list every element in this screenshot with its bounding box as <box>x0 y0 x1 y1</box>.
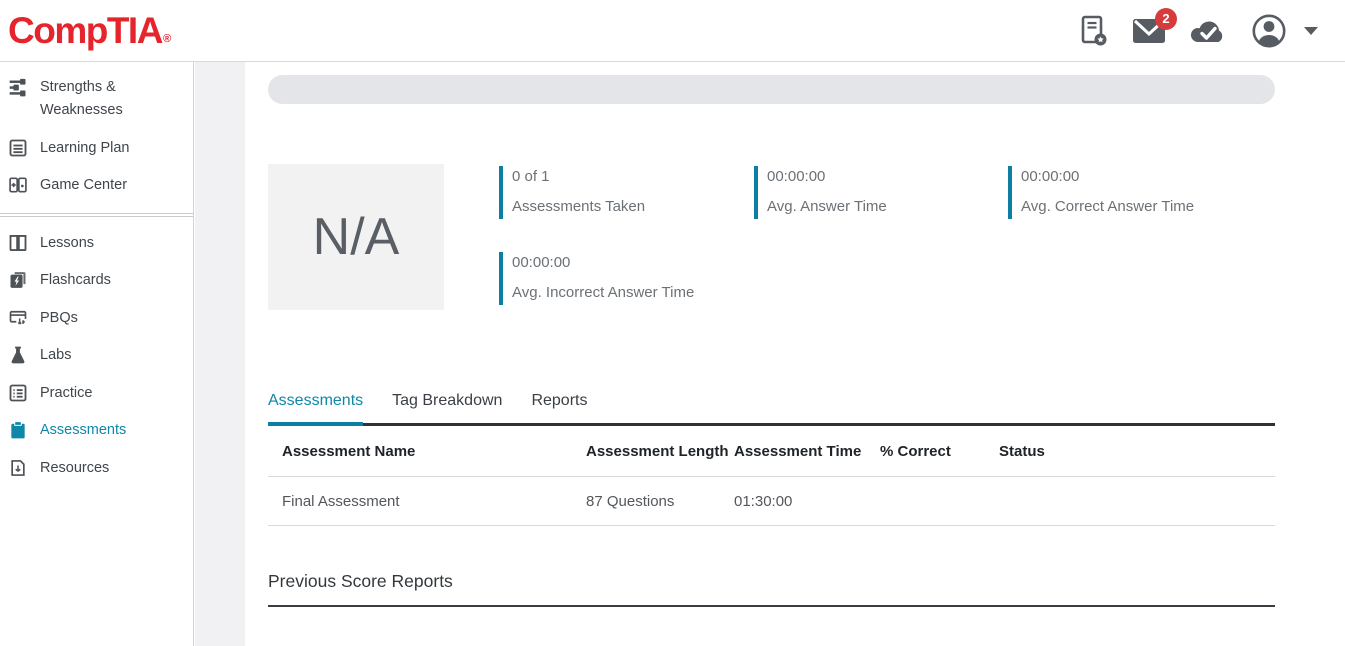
sidebar-item-pbqs[interactable]: PBQs <box>0 300 193 337</box>
col-assessment-time: Assessment Time <box>734 440 880 464</box>
stat-label: Assessments Taken <box>512 198 645 215</box>
tab-assessments[interactable]: Assessments <box>268 392 363 423</box>
sidebar-item-assessments[interactable]: Assessments <box>0 412 193 449</box>
stat-assessments-taken: 0 of 1 Assessments Taken <box>499 166 645 219</box>
sidebar-item-label: Strengths & Weaknesses <box>40 76 187 123</box>
col-assessment-name: Assessment Name <box>268 440 586 464</box>
stat-value: 0 of 1 <box>512 168 645 185</box>
overall-progress-bar <box>268 75 1275 104</box>
logo-text: CompTIA <box>8 12 162 49</box>
cell-assessment-time: 01:30:00 <box>734 493 880 510</box>
pbqs-icon <box>8 308 28 328</box>
strengths-weaknesses-icon <box>8 77 28 97</box>
stat-label: Avg. Incorrect Answer Time <box>512 284 694 301</box>
stat-label: Avg. Correct Answer Time <box>1021 198 1194 215</box>
sidebar-item-label: Game Center <box>40 174 127 197</box>
score-summary: N/A 0 of 1 Assessments Taken 00:00:00 Av… <box>268 164 1275 314</box>
stat-value: 00:00:00 <box>767 168 887 185</box>
overall-score-value: N/A <box>313 207 400 267</box>
cell-assessment-name: Final Assessment <box>268 493 586 510</box>
cell-status <box>999 493 1275 510</box>
table-row-final-assessment[interactable]: Final Assessment 87 Questions 01:30:00 <box>268 477 1275 526</box>
sidebar-item-learning-plan[interactable]: Learning Plan <box>0 130 193 167</box>
mail-unread-badge: 2 <box>1155 8 1177 30</box>
cloud-sync-icon[interactable] <box>1189 17 1227 45</box>
labs-icon <box>8 345 28 365</box>
registered-mark: ® <box>163 34 170 45</box>
sidebar-nav: Strengths & Weaknesses Learning Plan Gam… <box>0 62 194 646</box>
main-content: N/A 0 of 1 Assessments Taken 00:00:00 Av… <box>245 62 1345 646</box>
header-icon-group: 2 <box>1079 12 1319 50</box>
score-report-icon[interactable] <box>1079 14 1109 48</box>
stat-avg-incorrect-answer-time: 00:00:00 Avg. Incorrect Answer Time <box>499 252 694 305</box>
assessments-icon <box>8 420 28 440</box>
overall-score-box: N/A <box>268 164 444 310</box>
stat-avg-correct-answer-time: 00:00:00 Avg. Correct Answer Time <box>1008 166 1194 219</box>
lessons-icon <box>8 233 28 253</box>
mail-icon[interactable]: 2 <box>1132 18 1166 44</box>
content-gutter <box>195 62 245 646</box>
game-center-icon <box>8 175 28 195</box>
cell-percent-correct <box>880 493 999 510</box>
previous-score-reports-rule <box>268 605 1275 607</box>
sidebar-item-labs[interactable]: Labs <box>0 337 193 374</box>
sidebar-item-resources[interactable]: Resources <box>0 450 193 487</box>
col-assessment-length: Assessment Length <box>586 440 734 464</box>
sidebar-item-label: Lessons <box>40 232 94 255</box>
sidebar-item-game-center[interactable]: Game Center <box>0 167 193 204</box>
assessment-table-header: Assessment Name Assessment Length Assess… <box>268 426 1275 477</box>
stat-value: 00:00:00 <box>512 254 694 271</box>
sidebar-item-flashcards[interactable]: Flashcards <box>0 262 193 299</box>
tab-tag-breakdown[interactable]: Tag Breakdown <box>392 392 502 423</box>
sidebar-item-label: Learning Plan <box>40 137 130 160</box>
sidebar-item-label: Practice <box>40 382 92 405</box>
sidebar-item-strengths-weaknesses[interactable]: Strengths & Weaknesses <box>0 69 193 130</box>
sidebar-divider <box>0 213 193 217</box>
stat-value: 00:00:00 <box>1021 168 1194 185</box>
col-percent-correct: % Correct <box>880 440 999 464</box>
sidebar-item-label: Labs <box>40 344 71 367</box>
previous-score-reports-title: Previous Score Reports <box>268 571 1275 592</box>
assessment-tabs: Assessments Tag Breakdown Reports <box>268 392 1275 426</box>
top-header: CompTIA ® 2 <box>0 0 1345 62</box>
tab-reports[interactable]: Reports <box>531 392 587 423</box>
sidebar-item-label: PBQs <box>40 307 78 330</box>
resources-icon <box>8 458 28 478</box>
stat-label: Avg. Answer Time <box>767 198 887 215</box>
practice-icon <box>8 383 28 403</box>
sidebar-item-practice[interactable]: Practice <box>0 375 193 412</box>
flashcards-icon <box>8 270 28 290</box>
sidebar-item-label: Flashcards <box>40 269 111 292</box>
comptia-logo[interactable]: CompTIA ® <box>8 12 170 49</box>
sidebar-item-label: Resources <box>40 457 109 480</box>
sidebar-item-label: Assessments <box>40 419 126 442</box>
sidebar-item-lessons[interactable]: Lessons <box>0 225 193 262</box>
cell-assessment-length: 87 Questions <box>586 493 734 510</box>
chevron-down-icon[interactable] <box>1303 26 1319 36</box>
col-status: Status <box>999 440 1275 464</box>
stat-avg-answer-time: 00:00:00 Avg. Answer Time <box>754 166 887 219</box>
learning-plan-icon <box>8 138 28 158</box>
account-icon[interactable] <box>1250 12 1288 50</box>
